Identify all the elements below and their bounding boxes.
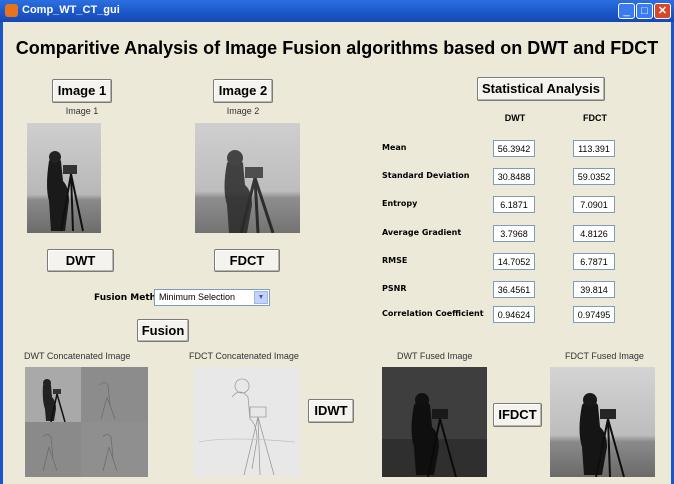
window-titlebar[interactable]: Comp_WT_CT_gui _ □ ✕ bbox=[0, 0, 674, 22]
fdct-fused-label: FDCT Fused Image bbox=[565, 351, 644, 361]
stat-dwt-value[interactable]: 36.4561 bbox=[493, 281, 535, 298]
fdct-fused-image bbox=[550, 367, 655, 477]
dwt-concat-label: DWT Concatenated Image bbox=[24, 351, 131, 361]
stats-column-dwt: DWT bbox=[504, 113, 526, 123]
fdct-button[interactable]: FDCT bbox=[214, 249, 280, 272]
window-frame-left bbox=[0, 22, 3, 484]
stat-label: Entropy bbox=[382, 199, 418, 208]
stat-label: Mean bbox=[382, 143, 407, 152]
dwt-button[interactable]: DWT bbox=[47, 249, 114, 272]
stat-dwt-value[interactable]: 0.94624 bbox=[493, 306, 535, 323]
stat-label: Correlation Coefficient bbox=[382, 309, 484, 318]
dwt-fused-image bbox=[382, 367, 487, 477]
stat-label: RMSE bbox=[382, 256, 408, 265]
stat-dwt-value[interactable]: 56.3942 bbox=[493, 140, 535, 157]
stat-label: Standard Deviation bbox=[382, 171, 470, 180]
minimize-icon[interactable]: _ bbox=[618, 3, 635, 19]
close-icon[interactable]: ✕ bbox=[654, 3, 671, 19]
image1-preview bbox=[27, 123, 101, 233]
dwt-concatenated-image bbox=[25, 367, 148, 477]
stat-fdct-value[interactable]: 59.0352 bbox=[573, 168, 615, 185]
fdct-concat-label: FDCT Concatenated Image bbox=[189, 351, 299, 361]
fdct-concatenated-image bbox=[194, 367, 300, 477]
image2-button[interactable]: Image 2 bbox=[213, 79, 273, 103]
statistical-analysis-button[interactable]: Statistical Analysis bbox=[477, 77, 605, 101]
maximize-icon[interactable]: □ bbox=[636, 3, 653, 19]
matlab-figure-icon bbox=[5, 4, 18, 17]
image1-button[interactable]: Image 1 bbox=[52, 79, 112, 103]
image2-label: Image 2 bbox=[226, 106, 260, 116]
dwt-fused-label: DWT Fused Image bbox=[397, 351, 473, 361]
image1-label: Image 1 bbox=[65, 106, 99, 116]
stat-dwt-value[interactable]: 30.8488 bbox=[493, 168, 535, 185]
ifdct-button[interactable]: IFDCT bbox=[493, 403, 542, 427]
stat-label: Average Gradient bbox=[382, 228, 462, 237]
stat-fdct-value[interactable]: 4.8126 bbox=[573, 225, 615, 242]
stat-label: PSNR bbox=[382, 284, 407, 293]
fusion-button[interactable]: Fusion bbox=[137, 319, 189, 342]
stat-fdct-value[interactable]: 7.0901 bbox=[573, 196, 615, 213]
image2-preview bbox=[195, 123, 300, 233]
stat-fdct-value[interactable]: 0.97495 bbox=[573, 306, 615, 323]
idwt-button[interactable]: IDWT bbox=[308, 399, 354, 423]
stat-fdct-value[interactable]: 39.814 bbox=[573, 281, 615, 298]
page-title: Comparitive Analysis of Image Fusion alg… bbox=[15, 38, 659, 58]
stats-column-fdct: FDCT bbox=[583, 113, 607, 123]
stat-fdct-value[interactable]: 6.7871 bbox=[573, 253, 615, 270]
fusion-method-select[interactable]: Minimum Selection ▼ bbox=[154, 289, 270, 306]
fusion-method-value: Minimum Selection bbox=[159, 292, 236, 302]
stat-dwt-value[interactable]: 3.7968 bbox=[493, 225, 535, 242]
stat-dwt-value[interactable]: 6.1871 bbox=[493, 196, 535, 213]
chevron-down-icon[interactable]: ▼ bbox=[254, 291, 268, 304]
stat-dwt-value[interactable]: 14.7052 bbox=[493, 253, 535, 270]
stat-fdct-value[interactable]: 113.391 bbox=[573, 140, 615, 157]
window-title: Comp_WT_CT_gui bbox=[22, 4, 120, 16]
